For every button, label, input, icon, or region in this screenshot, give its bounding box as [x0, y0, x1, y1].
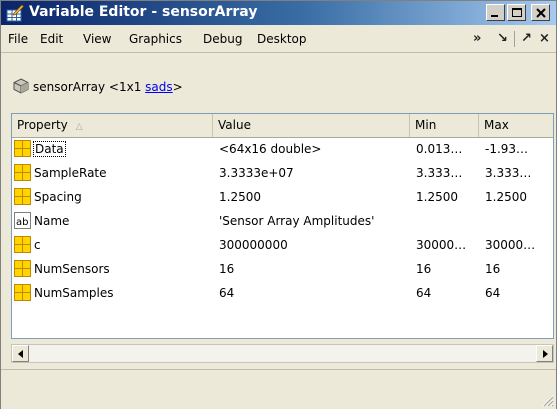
class-link[interactable]: sads	[145, 80, 172, 94]
title-bar[interactable]: Variable Editor - sensorArray	[1, 1, 556, 25]
cell-min: 16	[416, 262, 432, 276]
column-header-max[interactable]: Max	[479, 114, 553, 137]
property-name: c	[34, 238, 41, 252]
maximize-button[interactable]	[507, 4, 526, 21]
cell-value: 16	[219, 262, 235, 276]
property-name: Data	[33, 141, 66, 157]
menu-graphics[interactable]: Graphics	[129, 32, 182, 46]
close-window-button[interactable]	[531, 4, 550, 21]
cell-value: 300000000	[219, 238, 288, 252]
text-ab-icon: ab	[14, 212, 31, 229]
cell-max: 1.2500	[485, 190, 527, 204]
numeric-grid-icon	[14, 236, 31, 253]
window-title: Variable Editor - sensorArray	[29, 4, 258, 20]
table-row[interactable]: NumSamples 64 64 64	[12, 282, 553, 306]
sort-ascending-icon: △	[75, 122, 83, 132]
property-name: Spacing	[34, 190, 82, 204]
column-header-property[interactable]: Property △	[12, 114, 213, 137]
column-header-value[interactable]: Value	[213, 114, 410, 137]
property-name: SampleRate	[34, 166, 107, 180]
property-name-text: Name	[34, 214, 70, 228]
more-menus-button[interactable]: »	[473, 31, 481, 46]
close-icon	[536, 8, 546, 18]
table-header: Property △ Value Min Max	[12, 114, 553, 138]
breadcrumb-variable: sensorArray	[33, 80, 106, 94]
property-name-text: c	[34, 238, 41, 252]
column-header-label: Min	[415, 118, 437, 132]
column-header-label: Max	[484, 118, 509, 132]
menu-view[interactable]: View	[83, 32, 111, 46]
cell-min: 64	[416, 286, 432, 300]
cell-min: 30000…	[416, 238, 467, 252]
menu-edit[interactable]: Edit	[40, 32, 63, 46]
close-panel-button[interactable]: ×	[539, 31, 550, 46]
minimize-icon	[491, 15, 498, 17]
column-header-min[interactable]: Min	[410, 114, 479, 137]
cell-value: 3.3333e+07	[219, 166, 294, 180]
maximize-icon	[512, 8, 522, 17]
property-table[interactable]: Property △ Value Min Max Data <64x16 doubl…	[11, 113, 554, 339]
arrow-right-icon	[543, 350, 548, 358]
property-name-text: NumSensors	[34, 262, 110, 276]
cell-value: 'Sensor Array Amplitudes'	[219, 214, 375, 228]
table-row[interactable]: c 300000000 30000… 30000…	[12, 234, 553, 258]
scroll-left-button[interactable]	[12, 345, 29, 362]
variable-editor-icon	[6, 4, 24, 22]
cell-value: 64	[219, 286, 235, 300]
property-name-text: NumSamples	[34, 286, 114, 300]
menu-debug[interactable]: Debug	[203, 32, 242, 46]
horizontal-scrollbar[interactable]	[11, 344, 554, 363]
resize-grip-icon[interactable]	[540, 393, 554, 407]
numeric-grid-icon	[14, 164, 31, 181]
table-row[interactable]: ab Name 'Sensor Array Amplitudes'	[12, 210, 553, 234]
cell-value: 1.2500	[219, 190, 261, 204]
cell-max: 16	[485, 262, 501, 276]
scroll-right-button[interactable]	[536, 345, 553, 362]
cell-min: 3.333…	[416, 166, 463, 180]
cell-max: 64	[485, 286, 501, 300]
menu-file[interactable]: File	[8, 32, 28, 46]
toolbar-divider	[514, 31, 515, 47]
property-name: NumSensors	[34, 262, 110, 276]
table-row[interactable]: Spacing 1.2500 1.2500 1.2500	[12, 186, 553, 210]
cell-max: 30000…	[485, 238, 536, 252]
status-bar	[1, 369, 556, 409]
arrow-left-icon	[18, 350, 23, 358]
breadcrumb-size-suffix: >	[172, 80, 183, 94]
numeric-grid-icon	[14, 284, 31, 301]
table-row[interactable]: Data <64x16 double> 0.013… -1.93…	[12, 138, 553, 162]
menu-bar: File Edit View Graphics Debug Desktop » …	[1, 26, 556, 53]
variable-editor-window: Variable Editor - sensorArray File Edit …	[0, 0, 557, 409]
column-header-label: Property	[17, 118, 68, 132]
cell-min: 1.2500	[416, 190, 458, 204]
dock-button[interactable]: ↗	[521, 31, 532, 46]
svg-text:ab: ab	[16, 217, 28, 228]
numeric-grid-icon	[14, 260, 31, 277]
numeric-grid-icon	[14, 140, 31, 157]
breadcrumb-label: sensorArray <1x1 sads>	[33, 80, 183, 94]
table-row[interactable]: SampleRate 3.3333e+07 3.333… 3.333…	[12, 162, 553, 186]
undock-button[interactable]: ↘	[497, 31, 508, 46]
numeric-grid-icon	[14, 188, 31, 205]
property-name: NumSamples	[34, 286, 114, 300]
cell-max: -1.93…	[485, 142, 529, 156]
cell-max: 3.333…	[485, 166, 532, 180]
cell-value: <64x16 double>	[219, 142, 322, 156]
cell-min: 0.013…	[416, 142, 463, 156]
property-name: Name	[34, 214, 69, 228]
property-name-text: Spacing	[34, 190, 82, 204]
menu-desktop[interactable]: Desktop	[257, 32, 307, 46]
minimize-button[interactable]	[486, 4, 505, 21]
breadcrumb: sensorArray <1x1 sads>	[1, 67, 556, 107]
property-name-text: SampleRate	[34, 166, 107, 180]
property-name-text: Data	[33, 141, 66, 157]
table-row[interactable]: NumSensors 16 16 16	[12, 258, 553, 282]
column-header-label: Value	[218, 118, 251, 132]
object-icon	[13, 78, 29, 94]
breadcrumb-size-prefix: <1x1	[108, 80, 146, 94]
